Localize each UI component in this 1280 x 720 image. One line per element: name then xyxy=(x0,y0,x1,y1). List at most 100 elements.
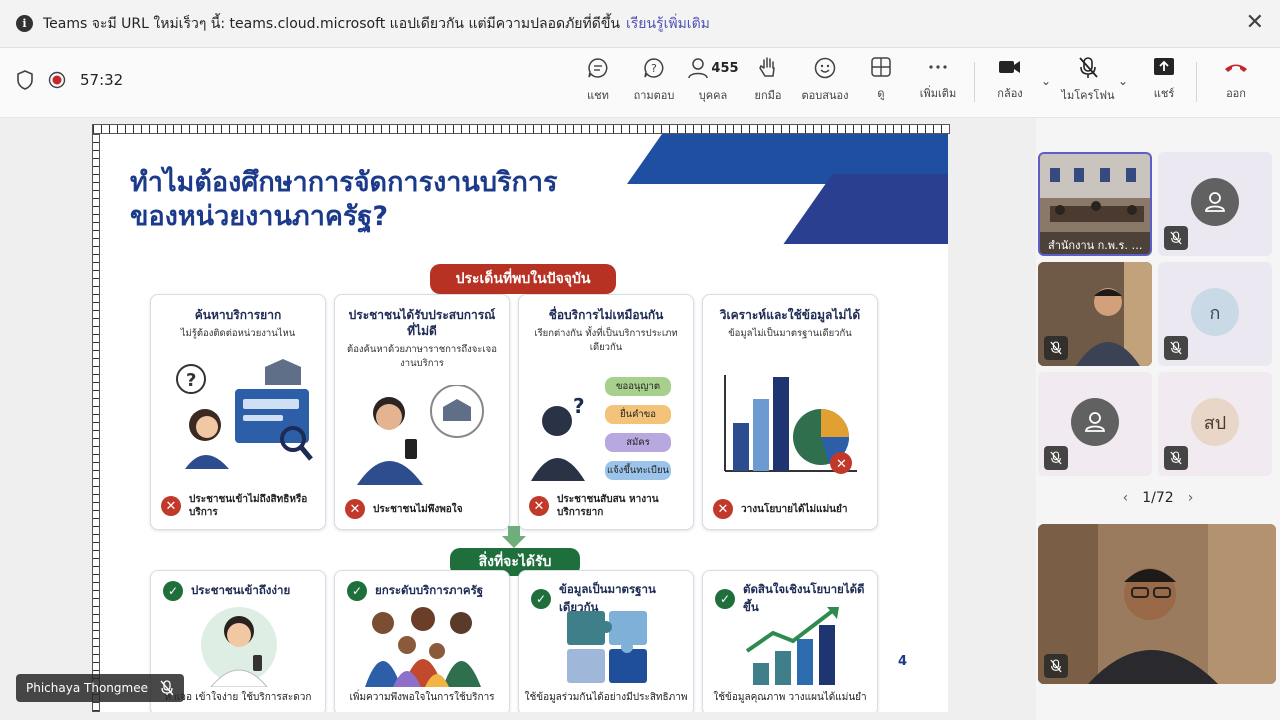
benefit-card: ✓ ข้อมูลเป็นมาตรฐานเดียวกัน ใช้ข้อมูลร่วม… xyxy=(518,570,694,712)
benefit-card: ✓ ยกระดับบริการภาครัฐ เพิ่มความพึงพอใจในก… xyxy=(334,570,510,712)
issue-title: วิเคราะห์และใช้ข้อมูลไม่ได้ xyxy=(719,308,861,322)
issue-result: ประชาชนไม่พึงพอใจ xyxy=(373,503,463,515)
more-icon xyxy=(929,65,947,69)
participant-tile[interactable] xyxy=(1038,372,1152,476)
issue-title: ค้นหาบริการยาก xyxy=(194,308,282,322)
meeting-toolbar: 57:32 แชท ? ถามตอบ 455 บุคคล ยกมือ ตอบสน… xyxy=(0,48,1280,118)
issue-card: วิเคราะห์และใช้ข้อมูลไม่ได้ ข้อมูลไม่เป็… xyxy=(702,294,878,530)
mic-label: ไมโครโฟน xyxy=(1061,89,1115,102)
participant-tile[interactable] xyxy=(1158,152,1272,256)
shared-content-stage: ทำไมต้องศึกษาการจัดการงานบริการ ของหน่วย… xyxy=(0,118,1036,720)
benefit-foot: เพิ่มความพึงพอใจในการใช้บริการ xyxy=(349,692,495,703)
mic-off-indicator xyxy=(1044,654,1068,678)
issue-card: ชื่อบริการไม่เหมือนกัน เรียกต่างกัน ทั้ง… xyxy=(518,294,694,530)
hand-icon xyxy=(759,57,775,77)
svg-text:?: ? xyxy=(651,62,657,75)
mic-off-indicator xyxy=(1164,226,1188,250)
leave-button[interactable]: ออก xyxy=(1208,56,1264,102)
slide-title-line2: ของหน่วยงานภาครัฐ? xyxy=(130,201,388,232)
participant-tile[interactable]: ก xyxy=(1158,262,1272,366)
camera-options-chevron-icon[interactable]: ⌄ xyxy=(1041,74,1051,88)
x-mark-icon: ✕ xyxy=(345,499,365,519)
issue-card: ค้นหาบริการยาก ไม่รู้ต้องติดต่อหน่วยงานไ… xyxy=(150,294,326,530)
people-count: 455 xyxy=(711,60,739,76)
issue-subtitle: ไม่รู้ต้องติดต่อหน่วยงานไหน xyxy=(180,328,296,339)
info-icon: i xyxy=(16,15,33,32)
svg-text:?: ? xyxy=(573,394,585,418)
puzzle-illustration xyxy=(567,611,647,683)
mic-off-indicator xyxy=(1044,446,1068,470)
mic-button[interactable]: ไมโครโฟน xyxy=(1060,56,1116,104)
chevron-right-icon[interactable]: › xyxy=(1188,490,1194,506)
participant-pager: ‹ 1/72 › xyxy=(1036,490,1280,506)
issue-subtitle: เรียกต่างกัน ทั้งที่เป็นบริการประเภทเดีย… xyxy=(534,328,678,353)
x-mark-icon: ✕ xyxy=(161,496,181,516)
chevron-left-icon[interactable]: ‹ xyxy=(1123,490,1129,506)
react-button[interactable]: ตอบสนอง xyxy=(797,56,853,104)
participant-tile[interactable]: สป xyxy=(1158,372,1272,476)
benefit-title: ประชาชนเข้าถึงง่าย xyxy=(191,583,291,597)
more-button[interactable]: เพิ่มเติม xyxy=(910,56,966,102)
qa-button[interactable]: ? ถามตอบ xyxy=(626,56,682,104)
check-icon: ✓ xyxy=(531,589,551,609)
view-button[interactable]: ดู xyxy=(853,56,909,102)
toolbar-divider xyxy=(974,62,975,102)
self-video-tile[interactable] xyxy=(1038,524,1276,684)
issue-result: ประชาชนสับสน หางานบริการยาก xyxy=(557,494,659,518)
issue-title: ชื่อบริการไม่เหมือนกัน xyxy=(548,308,664,322)
search-person-illustration: ? xyxy=(176,359,313,469)
camera-button[interactable]: กล้อง xyxy=(982,56,1038,102)
react-label: ตอบสนอง xyxy=(801,89,849,102)
mic-off-indicator xyxy=(1044,336,1068,360)
check-icon: ✓ xyxy=(715,589,735,609)
avatar xyxy=(1071,398,1119,446)
check-icon: ✓ xyxy=(163,581,183,601)
mic-off-icon xyxy=(1050,451,1062,465)
participant-tile-video[interactable] xyxy=(1038,262,1152,366)
mic-off-indicator xyxy=(1164,336,1188,360)
issues-pill: ประเด็นที่พบในปัจจุบัน xyxy=(430,264,616,294)
slide-page-number: 4 xyxy=(898,654,908,669)
avatar: ก xyxy=(1191,288,1239,336)
qa-label: ถามตอบ xyxy=(633,89,675,102)
participant-tile-room[interactable]: สำนักงาน ก.พ.ร. … xyxy=(1038,152,1152,256)
mic-off-icon xyxy=(1170,341,1182,355)
close-banner-button[interactable]: ✕ xyxy=(1246,12,1264,34)
qa-icon: ? xyxy=(644,58,664,78)
slide-title: ทำไมต้องศึกษาการจัดการงานบริการ ของหน่วย… xyxy=(130,166,558,234)
avatar xyxy=(1191,178,1239,226)
benefit-card: ✓ ตัดสินใจเชิงนโยบายได้ดีขึ้น ใช้ข้อมูลคุ… xyxy=(702,570,878,712)
people-button[interactable]: 455 บุคคล xyxy=(682,56,744,104)
issue-title: ประชาชนได้รับประสบการณ์ที่ไม่ดี xyxy=(348,308,496,338)
x-mark-icon: ✕ xyxy=(713,499,733,519)
raise-hand-button[interactable]: ยกมือ xyxy=(740,56,796,104)
share-label: แชร์ xyxy=(1153,87,1175,100)
avatar: สป xyxy=(1191,398,1239,446)
horizontal-ruler xyxy=(92,124,950,134)
benefit-foot: ใช้ข้อมูลคุณภาพ วางแผนได้แม่นยำ xyxy=(713,692,867,703)
chat-button[interactable]: แชท xyxy=(570,56,626,104)
share-icon xyxy=(1154,58,1174,75)
svg-text:?: ? xyxy=(186,370,196,391)
share-button[interactable]: แชร์ xyxy=(1136,56,1192,102)
meeting-timer: 57:32 xyxy=(80,71,124,89)
bar-pie-illustration: ✕ xyxy=(724,375,857,474)
mic-off-icon xyxy=(1170,451,1182,465)
mic-off-icon xyxy=(1050,659,1062,673)
participants-pane: สำนักงาน ก.พ.ร. … ก สป ‹ 1/72 › xyxy=(1036,118,1280,720)
recording-icon xyxy=(48,71,66,89)
decor-stripe xyxy=(783,174,948,244)
service-tag: ขออนุญาต xyxy=(605,377,671,396)
mic-off-icon xyxy=(160,680,174,696)
benefit-foot: ใช้ข้อมูลร่วมกันได้อย่างมีประสิทธิภาพ xyxy=(524,692,688,703)
person-icon xyxy=(1085,412,1105,432)
hang-up-icon xyxy=(1225,64,1247,72)
learn-more-link[interactable]: เรียนรู้เพิ่มเติม xyxy=(626,13,710,35)
benefit-title: ยกระดับบริการภาครัฐ xyxy=(375,583,484,597)
service-tag: ยื่นคำขอ xyxy=(605,405,671,424)
family-illustration xyxy=(365,607,481,687)
slide-title-line1: ทำไมต้องศึกษาการจัดการงานบริการ xyxy=(130,167,558,198)
person-icon xyxy=(1205,192,1225,212)
service-tag: แจ้งขึ้นทะเบียน xyxy=(605,461,671,480)
mic-options-chevron-icon[interactable]: ⌄ xyxy=(1118,74,1128,88)
